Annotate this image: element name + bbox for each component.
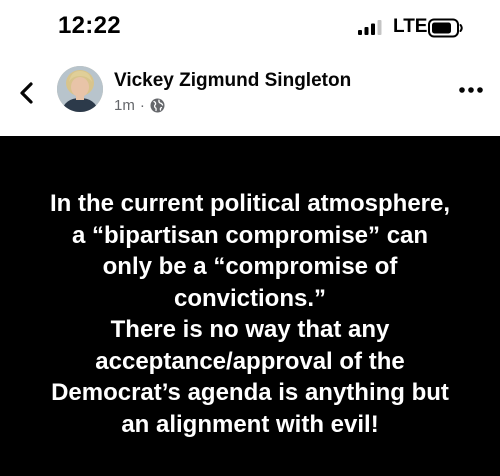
avatar[interactable] — [57, 66, 103, 112]
post-text-line: There is no way that any — [110, 316, 390, 343]
post-text-line: an alignment with evil! — [121, 410, 379, 438]
post-text-line: only be a “compromise of — [102, 253, 398, 280]
post-text: In the current political atmosphere, a “… — [12, 188, 488, 440]
globe-icon — [150, 98, 165, 112]
post-body: In the current political atmosphere, a “… — [0, 136, 500, 476]
network-type: LTE — [393, 16, 428, 37]
author-name[interactable]: Vickey Zigmund Singleton — [114, 70, 351, 92]
post-timestamp[interactable]: 1m — [114, 97, 135, 114]
post-text-line: acceptance/approval of the — [95, 347, 405, 375]
post-text-line: convictions.” — [173, 284, 327, 312]
post-text-line: Democrat’s agenda is anything but — [51, 379, 449, 406]
post-text-line: In the current political atmosphere, — [49, 190, 451, 217]
phone-screen: 12:22 LTE Vickey Zigmund Singleton 1m · … — [0, 0, 500, 476]
status-time: 12:22 — [58, 12, 121, 39]
meta-separator: · — [139, 96, 145, 114]
post-header: Vickey Zigmund Singleton 1m · — [0, 60, 500, 134]
post-meta: 1m · — [114, 96, 165, 114]
more-horizontal-icon[interactable] — [458, 84, 484, 96]
chevron-left-icon[interactable] — [14, 80, 40, 106]
status-bar: 12:22 LTE — [0, 0, 500, 52]
battery-icon — [428, 18, 463, 38]
post-text-line: a “bipartisan compromise” can — [71, 221, 429, 249]
profile-photo — [57, 66, 103, 112]
signal-icon — [358, 20, 382, 35]
